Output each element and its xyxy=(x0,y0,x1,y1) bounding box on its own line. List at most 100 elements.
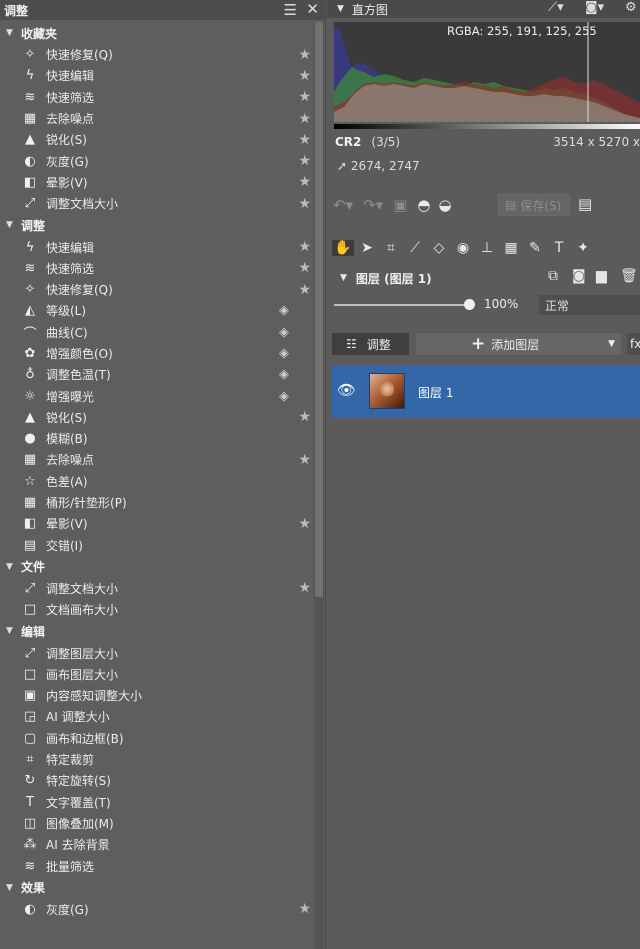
adjustment-item[interactable]: ▲ 锐化(S) ★ xyxy=(0,407,313,428)
layer-item[interactable]: 👁 图层 1 xyxy=(332,365,640,418)
image-icon[interactable]: ▣ xyxy=(393,196,407,214)
adjustment-item[interactable]: ✧ 快速修复(Q) ★ xyxy=(0,44,313,65)
adjustment-item[interactable]: ⤢ 调整文档大小 ★ xyxy=(0,193,313,214)
favorite-star-icon[interactable]: ★ xyxy=(298,153,311,169)
adjustment-item[interactable]: ◧ 晕影(V) ★ xyxy=(0,513,313,534)
collapse-caret-icon[interactable]: ▼ xyxy=(6,626,15,636)
adjustment-item[interactable]: T 文字覆盖(T) xyxy=(0,792,313,813)
text-tool-icon[interactable]: T xyxy=(548,240,570,256)
fx-button[interactable]: fx xyxy=(627,333,640,355)
hamburger-icon[interactable]: ☰ xyxy=(284,1,297,19)
redo-icon[interactable]: ↷▾ xyxy=(363,196,383,214)
rotate-left-icon[interactable]: ◓ xyxy=(417,196,430,214)
adjustment-item[interactable]: ◭ 等级(L) ◈ xyxy=(0,300,313,321)
duplicate-layer-icon[interactable]: ⧉ xyxy=(548,268,558,284)
adjustment-item[interactable]: ▦ 去除噪点 ★ xyxy=(0,449,313,470)
opacity-slider[interactable] xyxy=(334,304,470,306)
hand-tool-icon[interactable]: ✋ xyxy=(332,240,354,256)
favorite-star-icon[interactable]: ★ xyxy=(298,111,311,127)
adjustment-item[interactable]: ⤢ 调整图层大小 xyxy=(0,642,313,663)
adjustment-item[interactable]: ◐ 灰度(G) ★ xyxy=(0,150,313,171)
adjustment-item[interactable]: ↻ 特定旋转(S) xyxy=(0,770,313,791)
favorite-star-icon[interactable]: ★ xyxy=(298,452,311,468)
adjustment-item[interactable]: ◲ AI 调整大小 xyxy=(0,706,313,727)
section-header[interactable]: ▼ 收藏夹 xyxy=(0,22,313,44)
favorite-star-icon[interactable]: ★ xyxy=(298,132,311,148)
straighten-tool-icon[interactable]: ⟋ xyxy=(404,240,426,256)
undo-icon[interactable]: ↶▾ xyxy=(333,196,353,214)
adjustment-item[interactable]: ◫ 图像叠加(M) xyxy=(0,813,313,834)
adjustment-item[interactable]: ▦ 去除噪点 ★ xyxy=(0,108,313,129)
favorite-star-icon[interactable]: ★ xyxy=(298,901,311,917)
favorite-star-icon[interactable]: ★ xyxy=(298,409,311,425)
collapse-caret-icon[interactable]: ▼ xyxy=(6,220,15,230)
favorite-star-icon[interactable]: ★ xyxy=(298,282,311,298)
redeye-tool-icon[interactable]: ◉ xyxy=(452,240,474,256)
adjustment-item[interactable]: □ 文档画布大小 xyxy=(0,599,313,620)
section-header[interactable]: ▼ 效果 xyxy=(0,877,313,899)
adjustment-item[interactable]: ▦ 桶形/针垫形(P) xyxy=(0,492,313,513)
blend-mode-select[interactable]: 正常 xyxy=(539,295,640,315)
adjustment-item[interactable]: ≋ 快速筛选 ★ xyxy=(0,87,313,108)
rotate-right-icon[interactable]: ◒ xyxy=(439,196,452,214)
adjustment-layer-icon[interactable]: ◈ xyxy=(279,325,289,340)
favorite-star-icon[interactable]: ★ xyxy=(298,516,311,532)
histogram-mode-icon[interactable]: ⟋▾ xyxy=(548,0,564,15)
camera-icon[interactable]: ◙▾ xyxy=(585,0,604,15)
trash-icon[interactable]: 🗑 xyxy=(620,268,638,284)
section-header[interactable]: ▼ 调整 xyxy=(0,214,313,236)
chevron-down-icon[interactable]: ▼ xyxy=(608,339,615,349)
favorite-star-icon[interactable]: ★ xyxy=(298,580,311,596)
collapse-caret-icon[interactable]: ▼ xyxy=(6,562,15,572)
adjustment-item[interactable]: ♁ 调整色温(T) ◈ xyxy=(0,364,313,385)
adjustment-item[interactable]: ⌗ 特定裁剪 xyxy=(0,749,313,770)
mask-icon[interactable]: ◙ xyxy=(572,268,586,284)
adjustment-layer-icon[interactable]: ◈ xyxy=(279,367,289,382)
adjustment-item[interactable]: □ 画布图层大小 xyxy=(0,664,313,685)
gear-icon[interactable]: ⚙ xyxy=(625,0,637,15)
crop-tool-icon[interactable]: ⌗ xyxy=(380,240,402,256)
add-layer-button[interactable]: + 添加图层 ▼ xyxy=(416,333,621,355)
adjustment-item[interactable]: ◐ 灰度(G) ★ xyxy=(0,899,313,920)
collapse-caret-icon[interactable]: ▼ xyxy=(6,883,15,893)
adjustment-layer-icon[interactable]: ◈ xyxy=(279,303,289,318)
section-header[interactable]: ▼ 文件 xyxy=(0,556,313,578)
adjustment-item[interactable]: ✿ 增强颜色(O) ◈ xyxy=(0,343,313,364)
section-header[interactable]: ▼ 编辑 xyxy=(0,620,313,642)
adjustment-item[interactable]: ϟ 快速编辑 ★ xyxy=(0,236,313,257)
eye-icon[interactable]: 👁 xyxy=(337,381,356,399)
adjustment-item[interactable]: ☼ 增强曝光 ◈ xyxy=(0,385,313,406)
adjustment-item[interactable]: ☆ 色差(A) xyxy=(0,471,313,492)
adjustment-item[interactable]: ϟ 快速编辑 ★ xyxy=(0,65,313,86)
level-tool-icon[interactable]: ⊥ xyxy=(476,240,498,256)
grid-tool-icon[interactable]: ▦ xyxy=(500,240,522,256)
adjustment-item[interactable]: ≋ 批量筛选 xyxy=(0,855,313,876)
adjustment-item[interactable]: ◧ 晕影(V) ★ xyxy=(0,172,313,193)
collapse-caret-icon[interactable]: ▼ xyxy=(340,273,347,283)
collapse-caret-icon[interactable]: ▼ xyxy=(6,28,15,38)
collapse-caret-icon[interactable]: ▼ xyxy=(337,4,344,14)
effects-tool-icon[interactable]: ✦ xyxy=(572,240,594,256)
close-icon[interactable]: ✕ xyxy=(306,0,319,18)
adjust-layer-button[interactable]: ☷ 调整 xyxy=(332,333,409,355)
favorite-star-icon[interactable]: ★ xyxy=(298,68,311,84)
brush-tool-icon[interactable]: ✎ xyxy=(524,240,546,256)
pointer-tool-icon[interactable]: ➤ xyxy=(356,240,378,256)
favorite-star-icon[interactable]: ★ xyxy=(298,239,311,255)
adjustment-item[interactable]: ● 模糊(B) xyxy=(0,428,313,449)
favorite-star-icon[interactable]: ★ xyxy=(298,89,311,105)
favorite-star-icon[interactable]: ★ xyxy=(298,260,311,276)
opacity-slider-handle[interactable] xyxy=(464,299,475,310)
adjustment-item[interactable]: ▤ 交错(I) xyxy=(0,535,313,556)
adjustment-item[interactable]: ⌒ 曲线(C) ◈ xyxy=(0,322,313,343)
save-button[interactable]: ▤ 保存(S) xyxy=(498,194,570,216)
perspective-tool-icon[interactable]: ◇ xyxy=(428,240,450,256)
adjustment-item[interactable]: ⁂ AI 去除背景 xyxy=(0,834,313,855)
histogram-header[interactable]: ▼ 直方图 ⟋▾ ◙▾ ⚙ xyxy=(327,0,640,18)
favorite-star-icon[interactable]: ★ xyxy=(298,47,311,63)
adjustment-layer-icon[interactable]: ◈ xyxy=(279,389,289,404)
adjustment-item[interactable]: ≋ 快速筛选 ★ xyxy=(0,258,313,279)
scrollbar[interactable] xyxy=(314,22,324,949)
adjustment-item[interactable]: ✧ 快速修复(Q) ★ xyxy=(0,279,313,300)
folder-icon[interactable]: ▆ xyxy=(596,268,607,284)
